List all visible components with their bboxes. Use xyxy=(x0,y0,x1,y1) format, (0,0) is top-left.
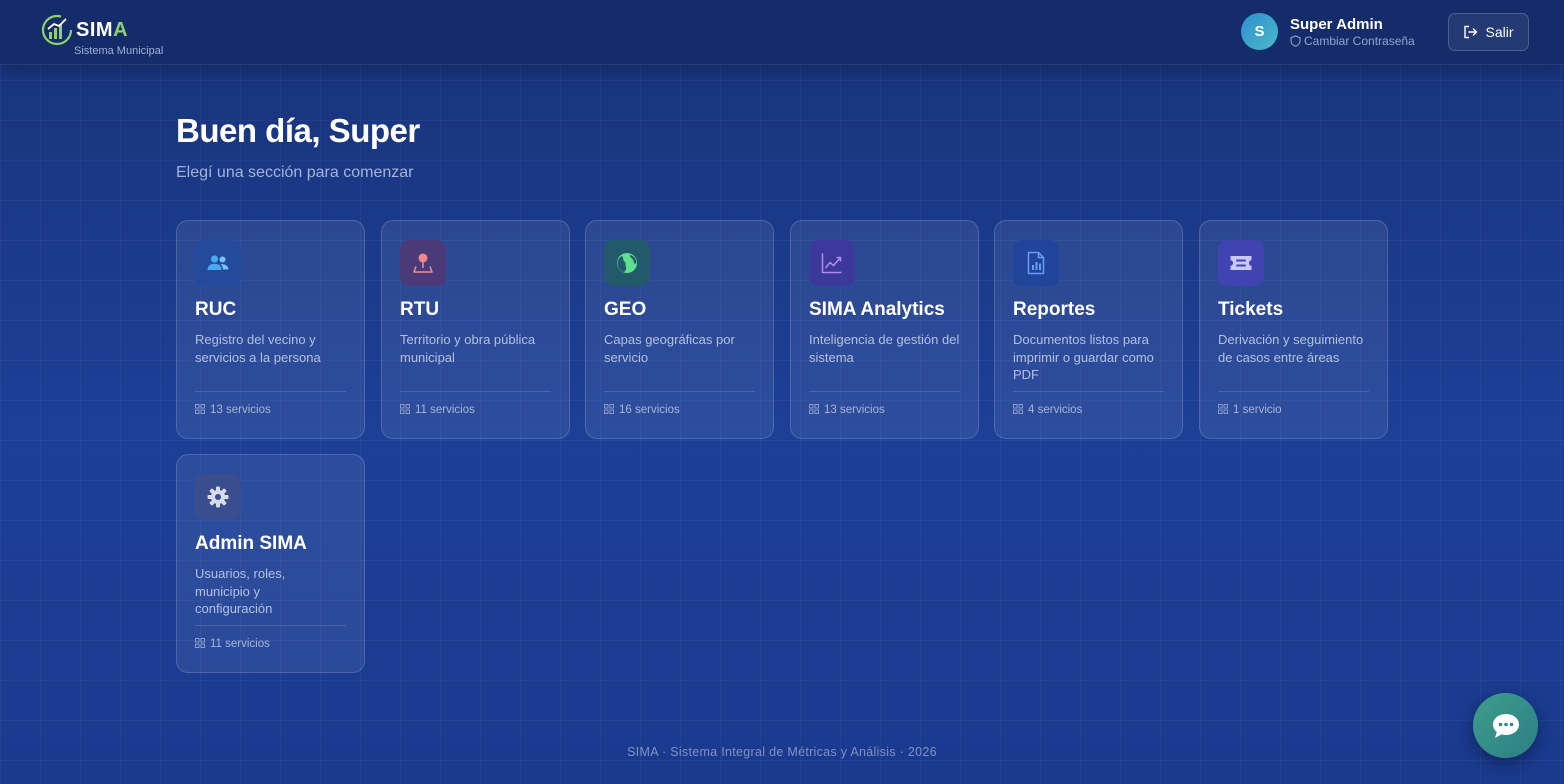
gear-icon xyxy=(195,474,241,520)
card-service-count: 13 servicios xyxy=(195,404,271,416)
card-title: Reportes xyxy=(1013,299,1096,320)
card-service-count: 13 servicios xyxy=(809,404,885,416)
section-card-geo[interactable]: GEO Capas geográficas por servicio 16 se… xyxy=(585,220,774,439)
shield-icon xyxy=(1290,35,1301,47)
chart-line-icon xyxy=(809,240,855,286)
card-divider xyxy=(1218,391,1369,392)
grid-icon xyxy=(809,404,819,414)
card-title: RUC xyxy=(195,299,237,320)
users-icon xyxy=(195,240,241,286)
card-title: Admin SIMA xyxy=(195,533,307,554)
card-service-count: 11 servicios xyxy=(195,638,270,650)
card-service-count: 11 servicios xyxy=(400,404,475,416)
page-subtitle: Elegí una sección para comenzar xyxy=(176,164,414,181)
card-description: Registro del vecino y servicios a la per… xyxy=(195,332,321,365)
card-title: Tickets xyxy=(1218,299,1284,320)
user-name: Super Admin xyxy=(1290,16,1383,33)
logo-subtitle: Sistema Municipal xyxy=(74,45,164,57)
logo-text: SIMA xyxy=(76,19,129,41)
logout-icon xyxy=(1464,25,1478,39)
card-description: Inteligencia de gestión del sistema xyxy=(809,332,960,365)
card-divider xyxy=(809,391,960,392)
app-logo[interactable]: SIMA Sistema Municipal xyxy=(40,13,180,59)
card-description: Capas geográficas por servicio xyxy=(604,332,735,365)
grid-icon xyxy=(1013,404,1023,414)
grid-icon xyxy=(195,404,205,414)
top-bar: SIMA Sistema Municipal S Super Admin Cam… xyxy=(0,0,1564,65)
section-card-reportes[interactable]: Reportes Documentos listos para imprimir… xyxy=(994,220,1183,439)
card-description: Documentos listos para imprimir o guarda… xyxy=(1013,332,1154,382)
footer-text: SIMA · Sistema Integral de Métricas y An… xyxy=(627,745,937,759)
card-description: Usuarios, roles, municipio y configuraci… xyxy=(195,566,286,616)
section-card-admin-sima[interactable]: Admin SIMA Usuarios, roles, municipio y … xyxy=(176,454,365,673)
card-divider xyxy=(1013,391,1164,392)
logout-label: Salir xyxy=(1485,24,1514,40)
card-divider xyxy=(400,391,551,392)
change-password-label: Cambiar Contraseña xyxy=(1304,34,1415,48)
grid-icon xyxy=(400,404,410,414)
section-card-tickets[interactable]: Tickets Derivación y seguimiento de caso… xyxy=(1199,220,1388,439)
globe-icon xyxy=(604,240,650,286)
card-service-count: 1 servicio xyxy=(1218,404,1282,416)
section-card-rtu[interactable]: RTU Territorio y obra pública municipal … xyxy=(381,220,570,439)
card-description: Territorio y obra pública municipal xyxy=(400,332,536,365)
change-password-link[interactable]: Cambiar Contraseña xyxy=(1290,34,1415,48)
grid-icon xyxy=(195,638,205,648)
map-pin-icon xyxy=(400,240,446,286)
ticket-icon xyxy=(1218,240,1264,286)
card-divider xyxy=(604,391,755,392)
chat-bubble-icon xyxy=(1492,713,1519,738)
section-card-ruc[interactable]: RUC Registro del vecino y servicios a la… xyxy=(176,220,365,439)
card-divider xyxy=(195,625,346,626)
logout-button[interactable]: Salir xyxy=(1448,13,1529,51)
card-title: SIMA Analytics xyxy=(809,299,945,320)
card-service-count: 4 servicios xyxy=(1013,404,1082,416)
avatar[interactable]: S xyxy=(1241,13,1278,50)
card-divider xyxy=(195,391,346,392)
grid-icon xyxy=(604,404,614,414)
section-card-sima-analytics[interactable]: SIMA Analytics Inteligencia de gestión d… xyxy=(790,220,979,439)
logo-mark-icon xyxy=(41,14,73,46)
card-title: RTU xyxy=(400,299,440,320)
card-description: Derivación y seguimiento de casos entre … xyxy=(1218,332,1364,365)
document-chart-icon xyxy=(1013,240,1059,286)
user-menu: S Super Admin Cambiar Contraseña xyxy=(1241,13,1431,51)
card-service-count: 16 servicios xyxy=(604,404,680,416)
grid-icon xyxy=(1218,404,1228,414)
chat-button[interactable] xyxy=(1473,693,1538,758)
card-title: GEO xyxy=(604,299,647,320)
page-title: Buen día, Super xyxy=(176,112,420,149)
